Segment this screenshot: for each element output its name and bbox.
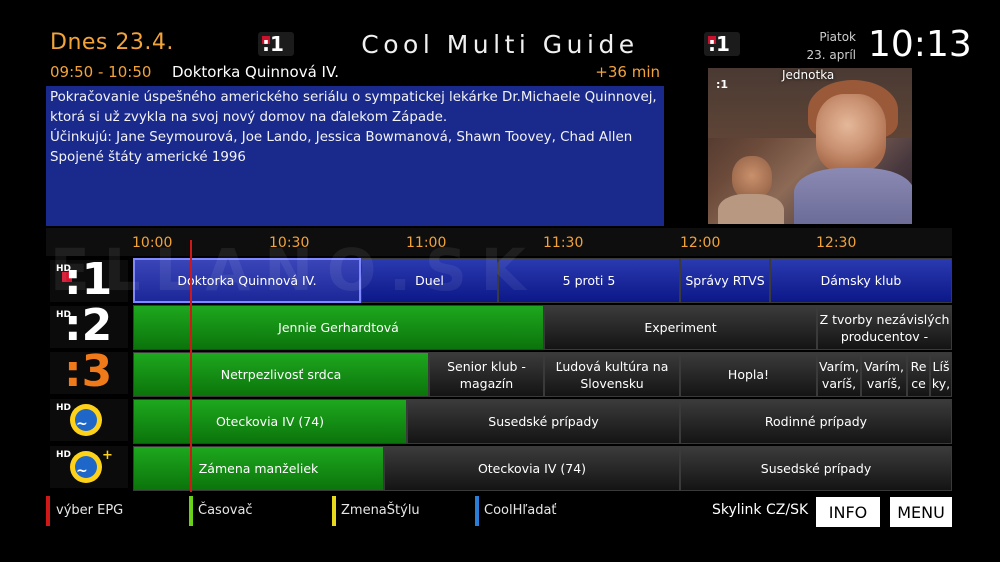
program-cell[interactable]: 5 proti 5 — [498, 258, 680, 303]
channel-logo-jednotka[interactable]: HD :1 — [50, 254, 128, 305]
day-date: 23. apríl — [806, 48, 856, 62]
program-cell[interactable]: Susedské prípady — [407, 399, 680, 444]
program-cell[interactable]: Ľudová kultúra na Slovensku — [544, 352, 680, 397]
program-cell[interactable]: Jennie Gerhardtová — [133, 305, 544, 350]
program-cell[interactable]: Oteckovia IV (74) — [133, 399, 407, 444]
program-cell[interactable]: Správy RTVS — [680, 258, 770, 303]
info-button[interactable]: INFO — [816, 497, 880, 527]
program-description: Pokračovanie úspešného amerického seriál… — [46, 86, 664, 226]
yellow-key-indicator — [332, 496, 336, 526]
current-time-line — [190, 240, 192, 492]
program-cell[interactable]: Duel — [361, 258, 498, 303]
channel-logo-trojka[interactable]: :3 — [50, 346, 128, 397]
green-key-label[interactable]: Časovač — [198, 503, 253, 518]
channel-logo-small-left: :1 — [258, 32, 294, 56]
channel-logo-dvojka[interactable]: HD :2 — [50, 300, 128, 351]
epg-screen: Dnes 23.4. :1 Cool Multi Guide :1 Piatok… — [0, 0, 1000, 562]
timeline-tick: 12:00 — [680, 235, 721, 251]
date-label: Dnes 23.4. — [50, 30, 174, 55]
channel-logo-markiza-plus[interactable]: HD ~ + — [50, 446, 128, 488]
channel-logo-markiza[interactable]: HD ~ — [50, 399, 128, 441]
plus-icon: + — [102, 448, 113, 463]
program-cell[interactable]: Susedské prípady — [680, 446, 952, 491]
program-cell[interactable]: Re ce — [907, 352, 930, 397]
program-cell[interactable]: Oteckovia IV (74) — [384, 446, 680, 491]
program-time: 09:50 - 10:50 — [50, 63, 152, 81]
timeline-tick: 11:30 — [543, 235, 584, 251]
green-key-indicator — [189, 496, 193, 526]
timeline-bar: 10:00 10:30 11:00 11:30 12:00 12:30 — [46, 228, 952, 256]
timeline-tick: 12:30 — [816, 235, 857, 251]
program-cell[interactable]: Experiment — [544, 305, 817, 350]
program-cell[interactable]: Hopla! — [680, 352, 817, 397]
program-cell[interactable]: Varím, varíš, — [861, 352, 907, 397]
program-title: Doktorka Quinnová IV. — [172, 63, 340, 81]
program-cell[interactable]: Senior klub - magazín — [429, 352, 544, 397]
timeline-tick: 10:00 — [132, 235, 173, 251]
program-cell[interactable]: Doktorka Quinnová IV. — [133, 258, 361, 303]
menu-button[interactable]: MENU — [890, 497, 952, 527]
wave-icon: ~ — [76, 463, 88, 479]
red-key-indicator — [46, 496, 50, 526]
description-line: Účinkujú: Jane Seymourová, Joe Lando, Je… — [50, 130, 633, 145]
preview-channel-logo: :1 — [716, 78, 729, 91]
program-cell[interactable]: Rodinné prípady — [680, 399, 952, 444]
clock: 10:13 — [868, 24, 972, 65]
description-line: Spojené štáty americké 1996 — [50, 150, 246, 165]
description-line: Pokračovanie úspešného amerického seriál… — [50, 90, 657, 105]
description-line: ktorá si už zvykla na svoj nový domov na… — [50, 110, 448, 125]
preview-channel-name: Jednotka — [782, 68, 835, 82]
blue-key-indicator — [475, 496, 479, 526]
yellow-key-label[interactable]: ZmenaŠtýlu — [341, 503, 420, 518]
program-cell[interactable]: Líš ky, — [930, 352, 952, 397]
program-cell[interactable]: Varím, varíš, — [817, 352, 861, 397]
program-cell[interactable]: Netrpezlivosť srdca — [133, 352, 429, 397]
video-preview[interactable] — [708, 68, 912, 224]
blue-key-label[interactable]: CoolHľadať — [484, 503, 557, 518]
day-name: Piatok — [819, 30, 856, 44]
red-key-label[interactable]: výber EPG — [56, 503, 123, 518]
timeline-tick: 11:00 — [406, 235, 447, 251]
app-title: Cool Multi Guide — [361, 30, 639, 59]
provider-label: Skylink CZ/SK — [712, 502, 809, 518]
program-remaining: +36 min — [595, 63, 660, 81]
channel-logo-small-right: :1 — [704, 32, 740, 56]
program-cell[interactable]: Zámena manželiek — [133, 446, 384, 491]
timeline-tick: 10:30 — [269, 235, 310, 251]
program-cell[interactable]: Z tvorby nezávislých producentov - — [817, 305, 952, 350]
program-cell[interactable]: Dámsky klub — [770, 258, 952, 303]
wave-icon: ~ — [76, 416, 88, 432]
